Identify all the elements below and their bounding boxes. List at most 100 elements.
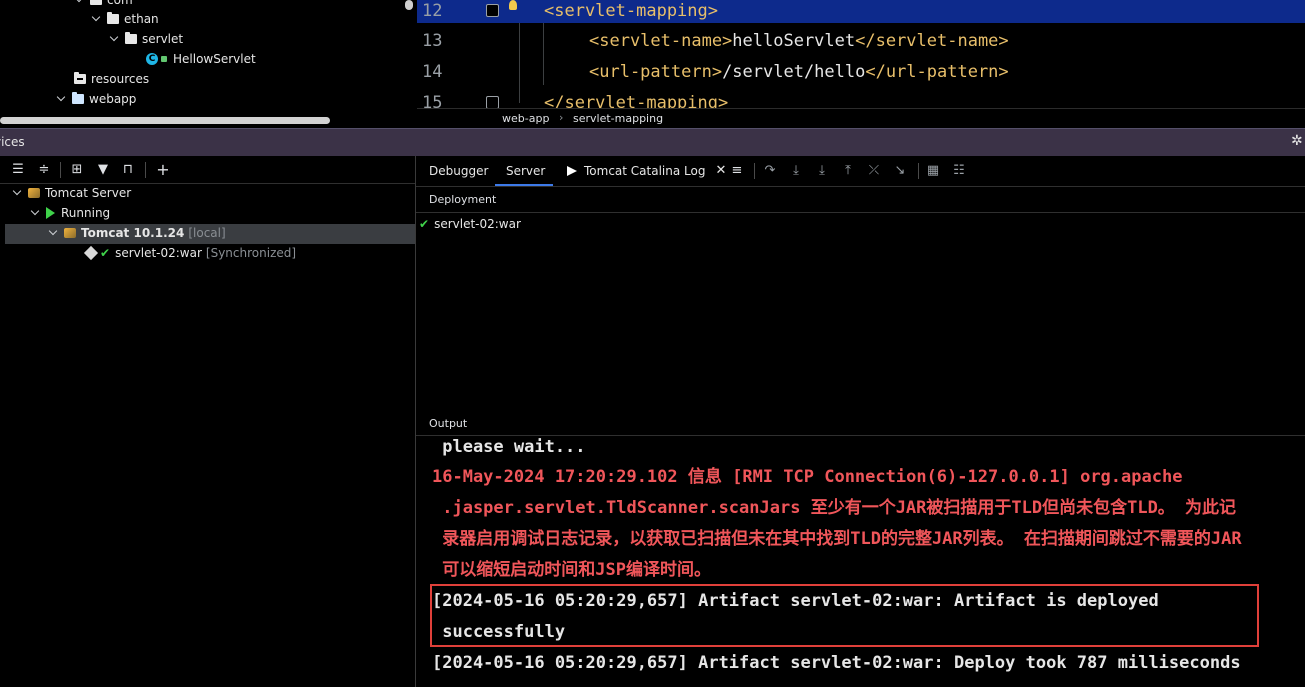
- code-line: 12 <servlet-mapping>: [417, 0, 1305, 31]
- output-label: Output: [429, 417, 468, 430]
- vertical-scrollbar[interactable]: [405, 0, 413, 10]
- expand-all-icon[interactable]: ☰: [10, 162, 26, 178]
- toolbar-separator: [918, 163, 919, 179]
- output-line: 录器启用调试日志记录，以获取已扫描但未在其中找到TLD的完整JAR列表。 在扫描…: [432, 529, 1242, 549]
- force-step-into-icon[interactable]: ⤓: [814, 163, 830, 179]
- divider: [416, 186, 1305, 187]
- horizontal-scrollbar[interactable]: [0, 117, 330, 124]
- tree-item-label: servlet-02:war: [115, 246, 202, 260]
- tab-debugger[interactable]: Debugger: [429, 156, 488, 186]
- settings-list-icon[interactable]: ☷: [951, 163, 967, 179]
- step-over-icon[interactable]: ↷: [762, 163, 778, 179]
- code-text: <servlet-mapping>: [544, 1, 718, 21]
- divider: [416, 212, 1305, 213]
- toolbar-separator: [145, 162, 146, 178]
- code-line: 14 <url-pattern>/servlet/hello</url-patt…: [417, 61, 1305, 92]
- run-icon: [46, 207, 55, 219]
- tomcat-running-icon: [64, 228, 76, 238]
- gear-icon[interactable]: ✲: [1291, 133, 1303, 149]
- group-by-icon[interactable]: ⊞: [69, 162, 85, 178]
- tab-label: Tomcat Catalina Log: [584, 164, 706, 178]
- chevron-down-icon[interactable]: [56, 94, 66, 104]
- check-icon: ✔: [419, 217, 430, 231]
- resources-folder-icon: [74, 72, 86, 84]
- chevron-down-icon[interactable]: [91, 14, 101, 24]
- output-console[interactable]: please wait... 16-May-2024 17:20:29.102 …: [416, 436, 1305, 687]
- output-line: 16-May-2024 17:20:29.102 信息 [RMI TCP Con…: [432, 467, 1183, 487]
- indent-guide: [543, 23, 544, 85]
- terminal-icon: [567, 166, 577, 176]
- breadcrumb-item[interactable]: servlet-mapping: [573, 112, 663, 125]
- tomcat-icon: [28, 188, 40, 198]
- web-folder-icon: [72, 92, 84, 104]
- breadcrumb-item[interactable]: web-app: [502, 112, 549, 125]
- lightbulb-icon[interactable]: [509, 0, 517, 10]
- breadcrumb: web-app › servlet-mapping: [417, 108, 1305, 128]
- tree-item-hellowservlet[interactable]: C HellowServlet: [146, 49, 256, 69]
- line-number: 14: [422, 62, 443, 82]
- tree-item-servlet[interactable]: servlet: [109, 29, 183, 49]
- filter-icon[interactable]: ▼: [95, 162, 111, 178]
- deployment-item[interactable]: ✔ servlet-02:war: [419, 217, 521, 231]
- tree-item-tomcat-server[interactable]: Tomcat Server: [12, 183, 131, 203]
- tree-item-artifact[interactable]: ✔ servlet-02:war [Synchronized]: [83, 243, 297, 263]
- close-icon[interactable]: ✕: [715, 156, 726, 186]
- fold-icon[interactable]: [486, 4, 499, 17]
- code-line: 13 <servlet-name>helloServlet</servlet-n…: [417, 30, 1305, 61]
- code-text: <servlet-name>helloServlet</servlet-name…: [589, 31, 1009, 51]
- new-tab-icon[interactable]: ⊓: [120, 162, 136, 178]
- tree-item-label: Tomcat 10.1.24: [81, 226, 185, 240]
- tree-item-running[interactable]: Running: [30, 203, 110, 223]
- output-line: please wait...: [432, 437, 586, 457]
- step-into-icon[interactable]: ⤓: [788, 163, 804, 179]
- chevron-down-icon[interactable]: [74, 0, 84, 5]
- services-header: vices ✲: [0, 128, 1305, 156]
- folder-icon: [107, 12, 119, 24]
- tree-item-label: Running: [61, 206, 111, 220]
- check-icon: ✔: [100, 246, 111, 260]
- lock-icon: [161, 56, 167, 62]
- toolbar-separator: [60, 162, 61, 178]
- drop-frame-icon[interactable]: ⤫: [866, 163, 882, 179]
- output-line: [2024-05-16 05:20:29,657] Artifact servl…: [432, 653, 1241, 673]
- line-number: 12: [422, 1, 443, 21]
- folder-icon: [125, 32, 137, 44]
- chevron-down-icon[interactable]: [12, 188, 22, 198]
- output-line: 可以缩短启动时间和JSP编译时间。: [432, 560, 711, 580]
- class-icon: C: [146, 53, 158, 65]
- tree-item-label: ethan: [124, 12, 159, 26]
- tree-item-ethan[interactable]: ethan: [91, 9, 159, 29]
- chevron-right-icon: ›: [559, 111, 564, 124]
- chevron-down-icon[interactable]: [30, 208, 40, 218]
- run-to-cursor-icon[interactable]: ↘: [892, 163, 908, 179]
- tree-item-label: resources: [91, 72, 150, 86]
- tree-item-label: HellowServlet: [173, 52, 256, 66]
- step-out-icon[interactable]: ⤒: [840, 163, 856, 179]
- artifact-icon: [83, 245, 99, 261]
- line-number: 13: [422, 31, 443, 51]
- code-text: <url-pattern>/servlet/hello</url-pattern…: [589, 62, 1009, 82]
- indent-guide: [519, 23, 520, 103]
- folder-icon: [90, 0, 102, 5]
- tree-item-label: servlet: [142, 32, 184, 46]
- tree-item-tomcat-instance[interactable]: Tomcat 10.1.24 [local]: [48, 223, 226, 243]
- collapse-all-icon[interactable]: ≑: [36, 162, 52, 178]
- output-line: .jasper.servlet.TldScanner.scanJars 至少有一…: [432, 498, 1237, 518]
- tab-server[interactable]: Server: [506, 156, 545, 186]
- chevron-down-icon[interactable]: [109, 34, 119, 44]
- deployment-label: Deployment: [429, 193, 497, 206]
- add-icon[interactable]: +: [155, 162, 171, 178]
- tree-item-tag: [local]: [188, 226, 226, 240]
- evaluate-icon[interactable]: ▦: [925, 163, 941, 179]
- tab-catalina-log[interactable]: Tomcat Catalina Log ✕: [567, 156, 726, 186]
- menu-icon[interactable]: ≡: [729, 163, 745, 179]
- tree-item-label: webapp: [89, 92, 137, 106]
- tree-item-label: Tomcat Server: [45, 186, 132, 200]
- chevron-down-icon[interactable]: [48, 228, 58, 238]
- project-tree: com ethan servlet C HellowServlet resour…: [0, 0, 416, 127]
- tree-item-status: [Synchronized]: [205, 246, 297, 260]
- deployment-item-label: servlet-02:war: [434, 217, 521, 231]
- highlight-box: [430, 584, 1259, 647]
- tree-item-resources[interactable]: resources: [74, 69, 149, 89]
- tree-item-webapp[interactable]: webapp: [56, 89, 136, 109]
